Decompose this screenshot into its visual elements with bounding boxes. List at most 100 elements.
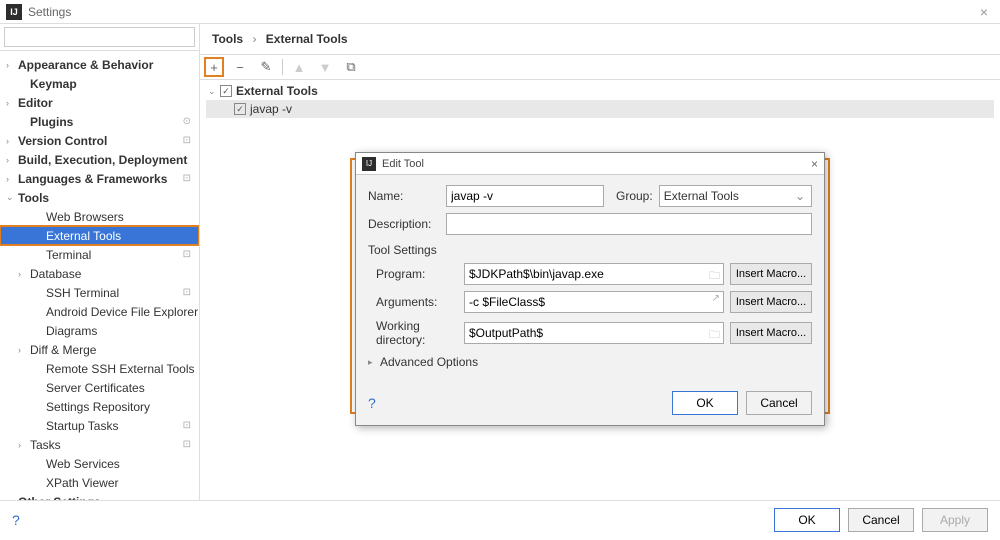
insert-macro-button[interactable]: Insert Macro...	[730, 291, 812, 313]
copy-button[interactable]: ⧉	[341, 57, 361, 77]
tool-label: javap -v	[250, 102, 292, 116]
sidebar-item-label: Settings Repository	[46, 400, 199, 414]
close-icon[interactable]: ×	[811, 157, 818, 171]
checkbox[interactable]: ✓	[234, 103, 246, 115]
sidebar-item-label: Tasks	[30, 438, 183, 452]
group-label: Group:	[616, 189, 653, 203]
group-select[interactable]: External Tools	[659, 185, 812, 207]
dialog-titlebar: IJ Edit Tool ×	[356, 153, 824, 175]
folder-icon[interactable]: 🗀	[709, 326, 720, 345]
sidebar-item[interactable]: Android Device File Explorer	[0, 302, 199, 321]
chevron-right-icon: ›	[18, 269, 30, 279]
cancel-button[interactable]: Cancel	[746, 391, 812, 415]
name-input[interactable]	[446, 185, 604, 207]
sidebar-item[interactable]: Startup Tasks⊡	[0, 416, 199, 435]
insert-macro-button[interactable]: Insert Macro...	[730, 263, 812, 285]
dialog-footer: ? OK Cancel	[356, 391, 824, 425]
sidebar-item-label: Tools	[18, 191, 199, 205]
cancel-button[interactable]: Cancel	[848, 508, 914, 532]
sidebar-item-label: Diff & Merge	[30, 343, 199, 357]
project-scope-icon: ⊡	[183, 439, 191, 450]
group-value: External Tools	[664, 189, 739, 203]
help-icon[interactable]: ?	[368, 395, 376, 411]
edit-button[interactable]: ✎	[256, 57, 276, 77]
sidebar-item[interactable]: Plugins⊙	[0, 112, 199, 131]
move-up-button[interactable]: ▲	[289, 57, 309, 77]
search-wrap: 🔍	[0, 24, 199, 51]
chevron-right-icon: ›	[6, 174, 18, 184]
description-label: Description:	[368, 217, 440, 231]
sidebar-item[interactable]: ›Languages & Frameworks⊡	[0, 169, 199, 188]
remove-button[interactable]: −	[230, 57, 250, 77]
program-input[interactable]	[464, 263, 724, 285]
sidebar-item-label: Server Certificates	[46, 381, 199, 395]
sidebar-item[interactable]: Settings Repository	[0, 397, 199, 416]
sidebar-item-label: Diagrams	[46, 324, 199, 338]
tool-settings-section: Tool Settings	[368, 243, 812, 257]
sidebar-item[interactable]: Remote SSH External Tools	[0, 359, 199, 378]
sidebar-item[interactable]: ›Appearance & Behavior	[0, 55, 199, 74]
breadcrumb-sep: ›	[252, 32, 256, 46]
ok-button[interactable]: OK	[774, 508, 840, 532]
chevron-right-icon: ▸	[368, 357, 380, 368]
sidebar-item[interactable]: Terminal⊡	[0, 245, 199, 264]
sidebar-item[interactable]: ›Other Settings	[0, 492, 199, 500]
sidebar-item[interactable]: ›Diff & Merge	[0, 340, 199, 359]
sidebar-item[interactable]: ⌄Tools	[0, 188, 199, 207]
chevron-right-icon: ›	[6, 60, 18, 70]
sidebar-item[interactable]: External Tools	[0, 226, 199, 245]
apply-button[interactable]: Apply	[922, 508, 988, 532]
sidebar-item-label: Editor	[18, 96, 199, 110]
chevron-right-icon: ›	[6, 136, 18, 146]
advanced-options-row[interactable]: ▸ Advanced Options	[368, 355, 812, 369]
project-scope-icon: ⊡	[183, 420, 191, 431]
move-down-button[interactable]: ▼	[315, 57, 335, 77]
workdir-label: Working directory:	[368, 319, 458, 347]
ok-button[interactable]: OK	[672, 391, 738, 415]
sidebar-item[interactable]: Web Browsers	[0, 207, 199, 226]
sidebar-item-label: Languages & Frameworks	[18, 172, 183, 186]
sidebar-item-label: Remote SSH External Tools	[46, 362, 199, 376]
expand-icon[interactable]: ↗	[712, 293, 720, 304]
sidebar-item[interactable]: ›Editor	[0, 93, 199, 112]
help-icon[interactable]: ?	[12, 512, 20, 528]
checkbox[interactable]: ✓	[220, 85, 232, 97]
description-row: Description:	[368, 213, 812, 235]
arguments-row: Arguments: ↗ Insert Macro...	[368, 291, 812, 313]
sidebar-item[interactable]: ›Version Control⊡	[0, 131, 199, 150]
app-icon: IJ	[6, 4, 22, 20]
add-button[interactable]: +	[204, 57, 224, 77]
chevron-right-icon: ›	[18, 345, 30, 355]
description-input[interactable]	[446, 213, 812, 235]
close-icon[interactable]: ×	[974, 4, 994, 20]
tool-row[interactable]: ✓ javap -v	[206, 100, 994, 118]
chevron-right-icon: ›	[6, 98, 18, 108]
name-label: Name:	[368, 189, 440, 203]
sidebar-item[interactable]: Keymap	[0, 74, 199, 93]
sidebar-item[interactable]: Web Services	[0, 454, 199, 473]
program-label: Program:	[368, 267, 458, 281]
search-input[interactable]	[4, 27, 195, 47]
sidebar-item[interactable]: ›Build, Execution, Deployment	[0, 150, 199, 169]
workdir-input[interactable]	[464, 322, 724, 344]
sidebar-item[interactable]: ›Tasks⊡	[0, 435, 199, 454]
arguments-label: Arguments:	[368, 295, 458, 309]
dialog-title: Edit Tool	[382, 158, 424, 170]
arguments-input[interactable]	[464, 291, 724, 313]
folder-icon[interactable]: 🗀	[709, 267, 720, 286]
sidebar-item[interactable]: Diagrams	[0, 321, 199, 340]
sidebar-item[interactable]: ›Database	[0, 264, 199, 283]
chevron-right-icon: ›	[18, 440, 30, 450]
tools-group-row[interactable]: ⌄ ✓ External Tools	[206, 82, 994, 100]
window-titlebar: IJ Settings ×	[0, 0, 1000, 24]
toolbar-divider	[282, 59, 283, 75]
program-row: Program: 🗀 Insert Macro...	[368, 263, 812, 285]
insert-macro-button[interactable]: Insert Macro...	[730, 322, 812, 344]
external-tools-tree: ⌄ ✓ External Tools ✓ javap -v	[200, 80, 1000, 120]
sidebar-item-label: Plugins	[30, 115, 183, 129]
sidebar-item[interactable]: SSH Terminal⊡	[0, 283, 199, 302]
sidebar-item[interactable]: XPath Viewer	[0, 473, 199, 492]
sidebar-item[interactable]: Server Certificates	[0, 378, 199, 397]
project-scope-icon: ⊡	[183, 249, 191, 260]
sidebar-item-label: Version Control	[18, 134, 183, 148]
